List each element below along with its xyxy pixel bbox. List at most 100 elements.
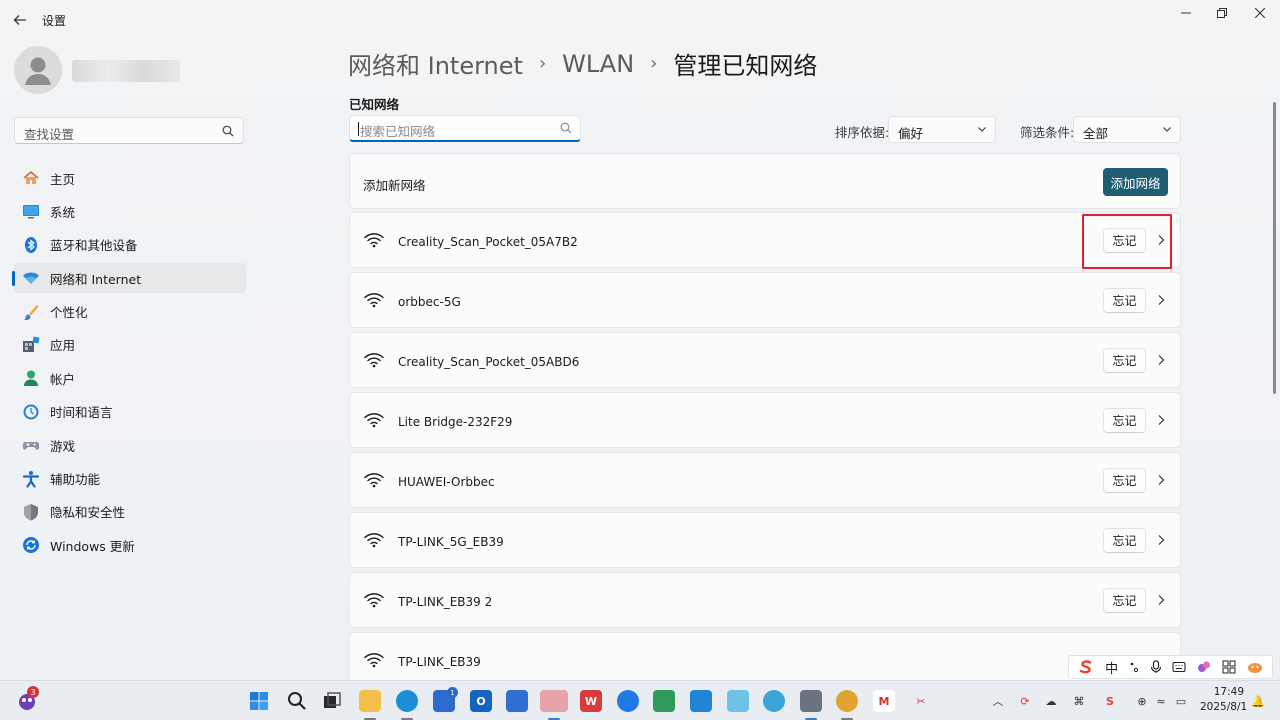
mail-send-icon[interactable] xyxy=(506,690,528,712)
bluetooth-icon xyxy=(22,236,40,254)
forget-button[interactable]: 忘记 xyxy=(1103,588,1146,613)
chrome-icon[interactable] xyxy=(836,690,858,712)
network-row[interactable]: orbbec-5G 忘记 xyxy=(349,272,1181,328)
start-windows-icon[interactable] xyxy=(248,690,270,712)
taskbar-clock[interactable]: 17:49 2025/8/1 xyxy=(1200,685,1247,715)
tray-network-drive-icon[interactable]: ⌘ xyxy=(1070,692,1088,710)
system-icon xyxy=(22,202,40,220)
chevron-right-icon[interactable] xyxy=(1156,594,1166,606)
network-row[interactable]: TP-LINK_EB39 2 忘记 xyxy=(349,572,1181,628)
chevron-right-icon[interactable] xyxy=(1156,534,1166,546)
known-network-search-input[interactable]: 搜索已知网络 xyxy=(349,115,581,142)
breadcrumb-network[interactable]: 网络和 Internet xyxy=(348,46,523,81)
network-row[interactable]: HUAWEI-Orbbec 忘记 xyxy=(349,452,1181,508)
sidebar-item-network[interactable]: 网络和 Internet xyxy=(12,263,246,294)
breadcrumb: 网络和 Internet › WLAN › 管理已知网络 xyxy=(348,46,817,81)
sidebar-item-bluetooth[interactable]: 蓝牙和其他设备 xyxy=(14,230,246,260)
text-caret xyxy=(358,122,359,136)
network-name: Creality_Scan_Pocket_05A7B2 xyxy=(398,235,578,249)
chevron-right-icon[interactable] xyxy=(1156,474,1166,486)
avatar[interactable] xyxy=(14,46,62,94)
chevron-right-icon[interactable] xyxy=(1156,294,1166,306)
sidebar-item-system[interactable]: 系统 xyxy=(14,196,246,226)
wifi-icon xyxy=(364,353,384,368)
sidebar-item-accounts[interactable]: 帐户 xyxy=(14,363,246,393)
toolbox-grid-icon[interactable] xyxy=(1222,660,1236,674)
tray-overflow-chevron-icon[interactable]: ︿ xyxy=(989,692,1007,710)
forget-button[interactable]: 忘记 xyxy=(1103,288,1146,313)
sidebar-item-windows-update[interactable]: Windows 更新 xyxy=(14,530,246,560)
android-studio-icon[interactable] xyxy=(653,690,675,712)
messenger-icon[interactable] xyxy=(617,690,639,712)
chevron-down-icon xyxy=(978,127,986,132)
sidebar-item-gaming[interactable]: 游戏 xyxy=(14,430,246,460)
maximize-button[interactable] xyxy=(1205,4,1239,22)
minimize-icon xyxy=(1181,12,1191,14)
filter-dropdown[interactable]: 全部 xyxy=(1073,116,1181,143)
tray-battery-icon[interactable]: ▭ xyxy=(1172,692,1190,710)
notification-bell-icon[interactable]: 🔔 xyxy=(1249,692,1267,710)
tray-sogou-icon[interactable]: S xyxy=(1101,692,1119,710)
chevron-right-icon[interactable] xyxy=(1156,354,1166,366)
settings-search-input[interactable]: 查找设置 xyxy=(14,117,244,144)
restore-icon xyxy=(1217,8,1227,18)
globe-app-icon[interactable] xyxy=(763,690,785,712)
network-name: HUAWEI-Orbbec xyxy=(398,475,495,489)
wps-office-icon[interactable]: W xyxy=(580,690,602,712)
title-bar: 设置 xyxy=(0,0,1280,40)
network-row[interactable]: TP-LINK_EB39 xyxy=(349,632,1181,680)
network-row[interactable]: TP-LINK_5G_EB39 忘记 xyxy=(349,512,1181,568)
sort-value: 偏好 xyxy=(898,126,924,141)
network-row[interactable]: Lite Bridge-232F29 忘记 xyxy=(349,392,1181,448)
forget-button[interactable]: 忘记 xyxy=(1103,528,1146,553)
taskbar-search-icon[interactable] xyxy=(286,690,308,712)
sidebar-item-time-language[interactable]: 时间和语言 xyxy=(14,397,246,427)
file-explorer-icon[interactable] xyxy=(359,690,381,712)
close-button[interactable] xyxy=(1243,4,1277,22)
edge-browser-icon[interactable] xyxy=(396,690,418,712)
tray-cloud-icon[interactable]: ☁ xyxy=(1042,692,1060,710)
forget-button[interactable]: 忘记 xyxy=(1103,468,1146,493)
network-row[interactable]: Creality_Scan_Pocket_05ABD6 忘记 xyxy=(349,332,1181,388)
back-button[interactable] xyxy=(10,10,30,30)
network-name: orbbec-5G xyxy=(398,295,461,309)
snipping-tool-icon[interactable]: ✂ xyxy=(910,690,932,712)
remote-desktop-icon[interactable] xyxy=(727,690,749,712)
mascot-icon[interactable] xyxy=(1247,660,1263,674)
keyboard-icon[interactable] xyxy=(1172,661,1186,673)
outlook-icon[interactable]: O xyxy=(470,690,492,712)
sogou-logo-icon[interactable] xyxy=(1078,659,1094,675)
gmail-icon[interactable]: M xyxy=(873,690,895,712)
sidebar-item-privacy[interactable]: 隐私和安全性 xyxy=(14,497,246,527)
settings-gear-icon[interactable] xyxy=(800,690,822,712)
ime-mode-toggle[interactable]: 中 xyxy=(1105,658,1118,677)
scrollbar[interactable] xyxy=(1273,102,1276,394)
chevron-down-icon xyxy=(1163,127,1171,132)
filter-label: 筛选条件: xyxy=(1020,125,1075,140)
skin-icon[interactable] xyxy=(1197,660,1211,674)
sort-dropdown[interactable]: 偏好 xyxy=(888,116,996,143)
breadcrumb-wlan[interactable]: WLAN xyxy=(562,50,634,78)
network-row[interactable]: Creality_Scan_Pocket_05A7B2 忘记 xyxy=(349,212,1181,268)
taskbar: 1 O W M ✂ ︿ ⟳ ☁ ⌘ S ⊕ ≈ ▭ 17:49 2025/8/1… xyxy=(0,680,1280,720)
wechat-icon[interactable] xyxy=(540,690,568,712)
add-network-button[interactable]: 添加网络 xyxy=(1103,168,1168,196)
sidebar-item-label: 帐户 xyxy=(50,371,76,387)
microphone-icon[interactable] xyxy=(1150,660,1162,674)
tray-language-globe-icon[interactable]: ⊕ xyxy=(1133,692,1151,710)
feishu-icon[interactable] xyxy=(690,690,712,712)
sidebar-item-personalization[interactable]: 个性化 xyxy=(14,297,246,327)
forget-button[interactable]: 忘记 xyxy=(1103,408,1146,433)
sidebar-item-apps[interactable]: 应用 xyxy=(14,330,246,360)
tray-wifi-icon[interactable]: ≈ xyxy=(1152,692,1170,710)
tray-sync-icon[interactable]: ⟳ xyxy=(1016,692,1034,710)
sidebar-item-accessibility[interactable]: 辅助功能 xyxy=(14,464,246,494)
forget-button[interactable]: 忘记 xyxy=(1103,348,1146,373)
minimize-button[interactable] xyxy=(1169,4,1203,22)
sidebar-item-label: 主页 xyxy=(50,171,76,187)
update-icon xyxy=(22,536,40,554)
sidebar-item-home[interactable]: 主页 xyxy=(14,163,246,193)
task-view-icon[interactable] xyxy=(321,690,343,712)
chevron-right-icon[interactable] xyxy=(1156,414,1166,426)
punctuation-icon[interactable] xyxy=(1129,661,1139,673)
